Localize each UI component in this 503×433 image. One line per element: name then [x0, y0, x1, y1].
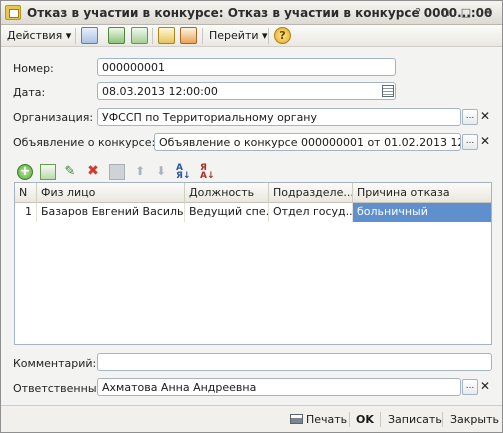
column-header-reason[interactable]: Причина отказа	[353, 183, 491, 203]
copy-row-icon[interactable]	[40, 164, 56, 180]
post-icon[interactable]	[81, 27, 98, 44]
edit-row-icon[interactable]: ✎	[62, 164, 78, 180]
toolbar-divider	[268, 28, 269, 44]
title-bar: Отказ в участии в конкурсе: Отказ в учас…	[1, 1, 502, 25]
toolbar-divider	[152, 28, 153, 44]
print-button[interactable]: Печать	[290, 413, 347, 426]
column-header-n[interactable]: N	[15, 183, 37, 203]
chevron-down-icon: ▾	[262, 29, 268, 42]
document-movements-icon[interactable]	[158, 27, 175, 44]
print-label: Печать	[306, 413, 348, 426]
cell-department[interactable]: Отдел госуд...	[269, 203, 353, 222]
maximize-button[interactable]: □	[457, 5, 475, 21]
bottom-divider	[349, 412, 350, 427]
actions-menu[interactable]: Действия ▾	[7, 29, 71, 42]
announcement-label: Объявление о конкурсе:	[13, 136, 156, 149]
move-up-icon[interactable]: ⬆	[132, 164, 148, 180]
bottom-divider	[442, 412, 443, 427]
structure-icon[interactable]	[180, 27, 197, 44]
goto-menu-label: Перейти	[209, 29, 259, 42]
command-toolbar: Действия ▾ Перейти ▾ ?	[1, 25, 502, 47]
responsible-clear-icon[interactable]: ✕	[478, 379, 492, 395]
comment-field[interactable]	[97, 353, 492, 371]
organization-field[interactable]: УФССП по Территориальному органу	[97, 108, 461, 126]
printer-icon	[290, 414, 303, 424]
announcement-select-button[interactable]: ...	[462, 134, 478, 150]
organization-clear-icon[interactable]: ✕	[478, 109, 492, 125]
help-button[interactable]: ?	[409, 5, 427, 21]
goto-menu[interactable]: Перейти ▾	[209, 29, 268, 42]
responsible-field[interactable]: Ахматова Анна Андреевна	[97, 378, 461, 396]
announcement-clear-icon[interactable]: ✕	[478, 134, 492, 150]
column-header-position[interactable]: Должность	[185, 183, 269, 203]
cell-position[interactable]: Ведущий спе...	[185, 203, 269, 222]
add-row-icon[interactable]: +	[17, 164, 33, 180]
number-label: Номер:	[13, 62, 54, 75]
close-window-button[interactable]: ✕	[479, 5, 497, 21]
table-header: N Физ лицо Должность Подразделе... Причи…	[15, 183, 491, 203]
actions-menu-label: Действия	[7, 29, 63, 42]
refresh-icon[interactable]	[108, 27, 125, 44]
organization-label: Организация:	[13, 111, 94, 124]
announcement-field[interactable]: Объявление о конкурсе 000000001 от 01.02…	[154, 133, 461, 151]
comment-label: Комментарий:	[13, 357, 97, 370]
date-field[interactable]: 08.03.2013 12:00:00	[97, 82, 396, 100]
bottom-bar: Печать OK Записать Закрыть	[1, 405, 502, 432]
end-edit-icon[interactable]	[109, 164, 125, 180]
chevron-down-icon: ▾	[65, 29, 72, 42]
move-down-icon[interactable]: ⬇	[153, 164, 169, 180]
close-button[interactable]: Закрыть	[450, 413, 499, 426]
delete-row-icon[interactable]: ✖	[85, 164, 101, 180]
responsible-label: Ответственный:	[13, 382, 108, 395]
save-button[interactable]: Записать	[388, 413, 442, 426]
sort-ascending-icon[interactable]: A Я↓	[176, 164, 192, 181]
number-field[interactable]: 000000001	[97, 58, 396, 76]
calendar-icon[interactable]	[382, 85, 394, 97]
toolbar-divider	[202, 28, 203, 44]
column-header-person[interactable]: Физ лицо	[37, 183, 185, 203]
column-header-department[interactable]: Подразделе...	[269, 183, 353, 203]
ok-button[interactable]: OK	[356, 413, 374, 426]
table-row[interactable]: 1 Базаров Евгений Василь... Ведущий спе.…	[15, 203, 491, 222]
bottom-divider	[380, 412, 381, 427]
toolbar-divider	[75, 28, 76, 44]
refusals-table[interactable]: N Физ лицо Должность Подразделе... Причи…	[14, 182, 492, 345]
organization-select-button[interactable]: ...	[462, 109, 478, 125]
help-icon[interactable]: ?	[274, 27, 291, 44]
document-icon	[5, 5, 21, 20]
responsible-select-button[interactable]: ...	[462, 379, 478, 395]
cell-person[interactable]: Базаров Евгений Василь...	[37, 203, 185, 222]
date-label: Дата:	[13, 86, 46, 99]
cell-reason[interactable]: больничный	[353, 203, 491, 222]
sort-descending-icon[interactable]: Я A↓	[200, 164, 216, 181]
document-window: Отказ в участии в конкурсе: Отказ в учас…	[0, 0, 503, 433]
minimize-button[interactable]: ▫	[437, 5, 455, 21]
cell-n[interactable]: 1	[15, 203, 37, 222]
copy-icon[interactable]	[131, 27, 148, 44]
